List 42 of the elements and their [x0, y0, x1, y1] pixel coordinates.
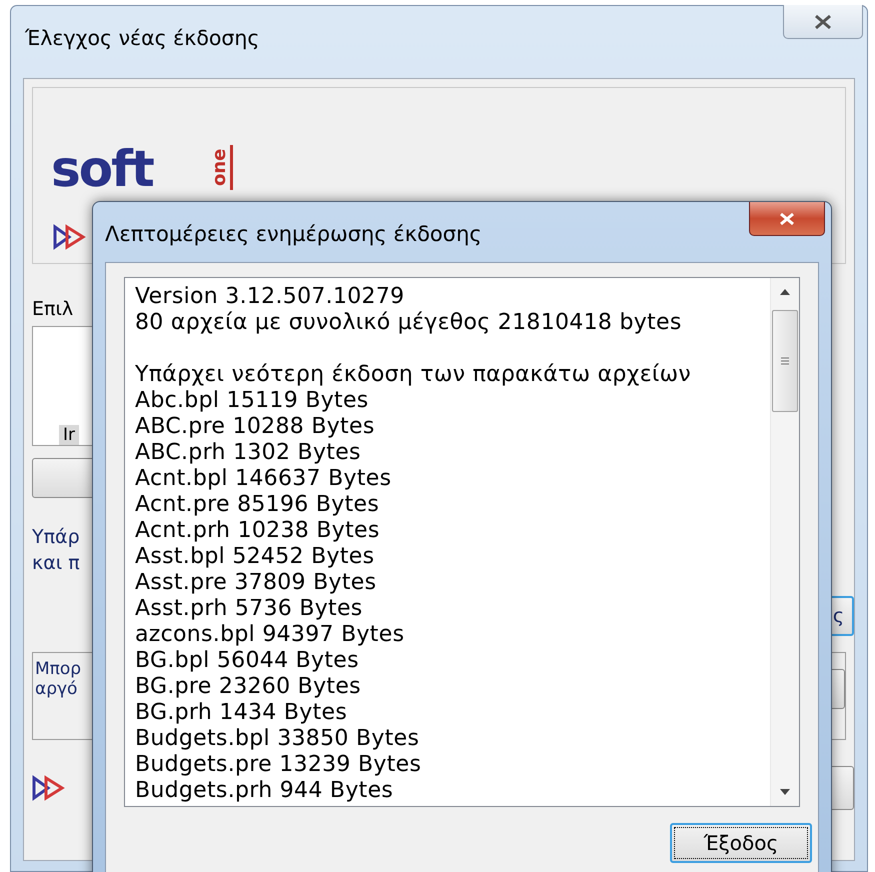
file-line: Acnt.bpl 146637 Bytes: [135, 466, 392, 492]
file-line: Acnt.prh 10238 Bytes: [135, 518, 380, 544]
text-line: Υπάρχει νεότερη έκδοση των παρακάτω αρχείων: [135, 362, 691, 388]
file-line: Budgets.pre 13239 Bytes: [135, 752, 422, 778]
text-line: 80 αρχεία με συνολικό μέγεθος 21810418 bytes: [135, 310, 682, 336]
scroll-thumb[interactable]: [772, 310, 798, 412]
close-icon: [778, 212, 796, 226]
file-line: Budgets.prh 944 Bytes: [135, 778, 394, 804]
scroll-down-icon[interactable]: [779, 788, 791, 796]
text-area[interactable]: [124, 277, 800, 807]
file-line: Acnt.pre 85196 Bytes: [135, 492, 380, 518]
message-text: και π: [32, 551, 80, 576]
close-icon: [813, 14, 833, 30]
close-button[interactable]: [783, 5, 863, 39]
logo-icon: [53, 224, 87, 250]
logo-badge: one: [209, 144, 233, 190]
file-line: BG.bpl 56044 Bytes: [135, 648, 359, 674]
text-line: Version 3.12.507.10279: [135, 284, 404, 310]
logo-word: soft: [51, 140, 153, 198]
logo-icon: [32, 775, 66, 801]
scroll-up-icon[interactable]: [779, 288, 791, 296]
field-label: Επιλ: [32, 298, 74, 320]
file-line: Abc.bpl 15119 Bytes: [135, 388, 369, 414]
file-line: Asst.bpl 52452 Bytes: [135, 544, 374, 570]
grip-icon: [780, 357, 790, 365]
file-line: BG.pre 23260 Bytes: [135, 674, 361, 700]
info-text: αργό: [35, 679, 78, 699]
file-line: ABC.pre 10288 Bytes: [135, 414, 375, 440]
file-line: azcons.bpl 94397 Bytes: [135, 622, 404, 648]
file-line: Budgets.bpl 33850 Bytes: [135, 726, 420, 752]
scrollbar[interactable]: [770, 278, 799, 806]
exit-button[interactable]: Έξοδος: [670, 823, 812, 863]
file-line: ABC.prh 1302 Bytes: [135, 440, 361, 466]
file-line: Asst.prh 5736 Bytes: [135, 596, 363, 622]
list-item[interactable]: Ir: [59, 425, 80, 445]
file-line: BG.prh 1434 Bytes: [135, 700, 348, 726]
dialog-title: Λεπτομέρειες ενημέρωσης έκδοσης: [105, 222, 482, 246]
message-text: Υπάρ: [32, 525, 80, 550]
info-text: Μπορ: [35, 659, 82, 679]
file-line: Asst.pre 37809 Bytes: [135, 570, 376, 596]
close-button[interactable]: [749, 202, 825, 236]
window-title: Έλεγχος νέας έκδοσης: [25, 26, 260, 50]
